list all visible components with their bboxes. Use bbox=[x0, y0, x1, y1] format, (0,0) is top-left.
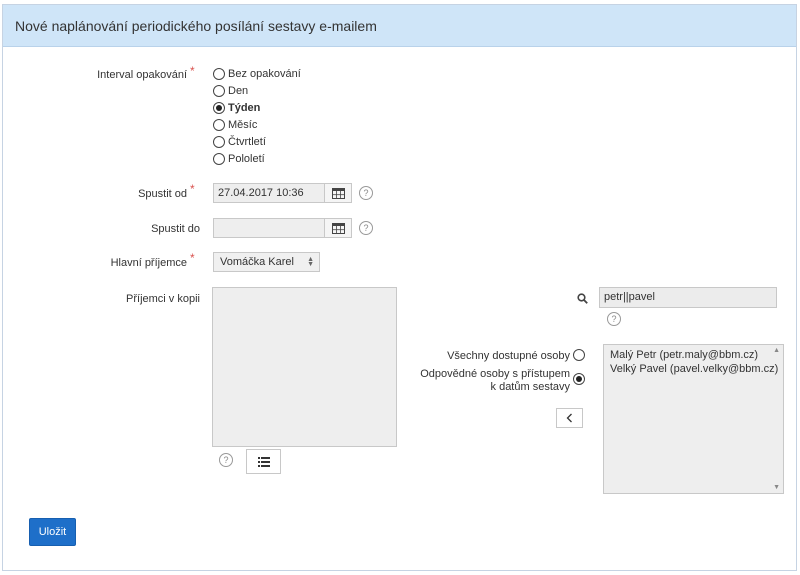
start-from-input[interactable]: 27.04.2017 10:36 bbox=[213, 183, 325, 203]
radio-half-year-indicator[interactable] bbox=[213, 153, 225, 165]
main-recipient-required-mark: * bbox=[190, 251, 195, 265]
scroll-up-icon[interactable]: ▲ bbox=[773, 347, 780, 354]
radio-option-week[interactable]: Týden bbox=[213, 100, 260, 116]
available-people-list[interactable]: Malý Petr (petr.maly@bbm.cz) Velký Pavel… bbox=[603, 344, 784, 494]
person-search-input[interactable]: petr||pavel bbox=[599, 287, 777, 308]
cc-recipients-label: Příjemci v kopii bbox=[126, 293, 200, 305]
radio-month-indicator[interactable] bbox=[213, 119, 225, 131]
radio-quarter-indicator[interactable] bbox=[213, 136, 225, 148]
radio-day-label: Den bbox=[228, 85, 249, 97]
calendar-icon bbox=[331, 222, 345, 234]
start-from-help-icon[interactable]: ? bbox=[359, 186, 373, 200]
search-help-icon[interactable]: ? bbox=[607, 312, 621, 326]
radio-week-label: Týden bbox=[228, 102, 261, 114]
cc-list-menu-button[interactable] bbox=[246, 449, 281, 474]
radio-option-no-repeat[interactable]: Bez opakování bbox=[213, 66, 301, 82]
start-from-calendar-button[interactable] bbox=[324, 183, 352, 203]
search-icon bbox=[577, 293, 588, 304]
cc-recipients-help-icon[interactable]: ? bbox=[219, 453, 233, 467]
filter-all-radio[interactable] bbox=[573, 349, 585, 361]
select-arrows-icon: ▲ ▼ bbox=[307, 256, 314, 268]
radio-option-month[interactable]: Měsíc bbox=[213, 117, 257, 133]
radio-month-label: Měsíc bbox=[228, 119, 258, 131]
radio-no-repeat-label: Bez opakování bbox=[228, 68, 301, 80]
dialog-header: Nové naplánování periodického posílání s… bbox=[3, 5, 796, 47]
save-button[interactable]: Uložit bbox=[29, 518, 76, 546]
move-to-cc-button[interactable] bbox=[556, 408, 583, 428]
main-recipient-select[interactable]: Vomáčka Karel ▲ ▼ bbox=[213, 252, 320, 272]
start-from-label: Spustit od bbox=[138, 188, 187, 200]
start-from-required-mark: * bbox=[190, 182, 195, 196]
person-item-velky-pavel[interactable]: Velký Pavel (pavel.velky@bbm.cz) bbox=[610, 363, 778, 375]
main-recipient-label: Hlavní příjemce bbox=[110, 257, 187, 269]
radio-no-repeat-indicator[interactable] bbox=[213, 68, 225, 80]
filter-all-label: Všechny dostupné osoby bbox=[447, 350, 570, 362]
start-to-input[interactable] bbox=[213, 218, 325, 238]
start-to-calendar-button[interactable] bbox=[324, 218, 352, 238]
radio-day-indicator[interactable] bbox=[213, 85, 225, 97]
radio-option-half-year[interactable]: Pololetí bbox=[213, 151, 265, 167]
start-to-label: Spustit do bbox=[151, 223, 200, 235]
list-icon bbox=[257, 456, 270, 467]
interval-label: Interval opakování bbox=[97, 69, 187, 81]
main-recipient-value: Vomáčka Karel bbox=[220, 256, 294, 268]
radio-half-year-label: Pololetí bbox=[228, 153, 265, 165]
chevron-left-icon bbox=[566, 413, 572, 423]
start-to-help-icon[interactable]: ? bbox=[359, 221, 373, 235]
scroll-down-icon[interactable]: ▼ bbox=[773, 484, 780, 491]
calendar-icon bbox=[331, 187, 345, 199]
radio-option-day[interactable]: Den bbox=[213, 83, 248, 99]
person-item-maly-petr[interactable]: Malý Petr (petr.maly@bbm.cz) bbox=[610, 349, 758, 361]
dialog-title: Nové naplánování periodického posílání s… bbox=[15, 18, 377, 34]
filter-responsible-radio[interactable] bbox=[573, 373, 585, 385]
radio-quarter-label: Čtvrtletí bbox=[228, 136, 266, 148]
radio-option-quarter[interactable]: Čtvrtletí bbox=[213, 134, 266, 150]
radio-week-indicator[interactable] bbox=[213, 102, 225, 114]
cc-recipients-list[interactable] bbox=[212, 287, 397, 447]
filter-responsible-label: Odpovědné osoby s přístupem k datům sest… bbox=[420, 368, 570, 393]
interval-required-mark: * bbox=[190, 64, 195, 78]
